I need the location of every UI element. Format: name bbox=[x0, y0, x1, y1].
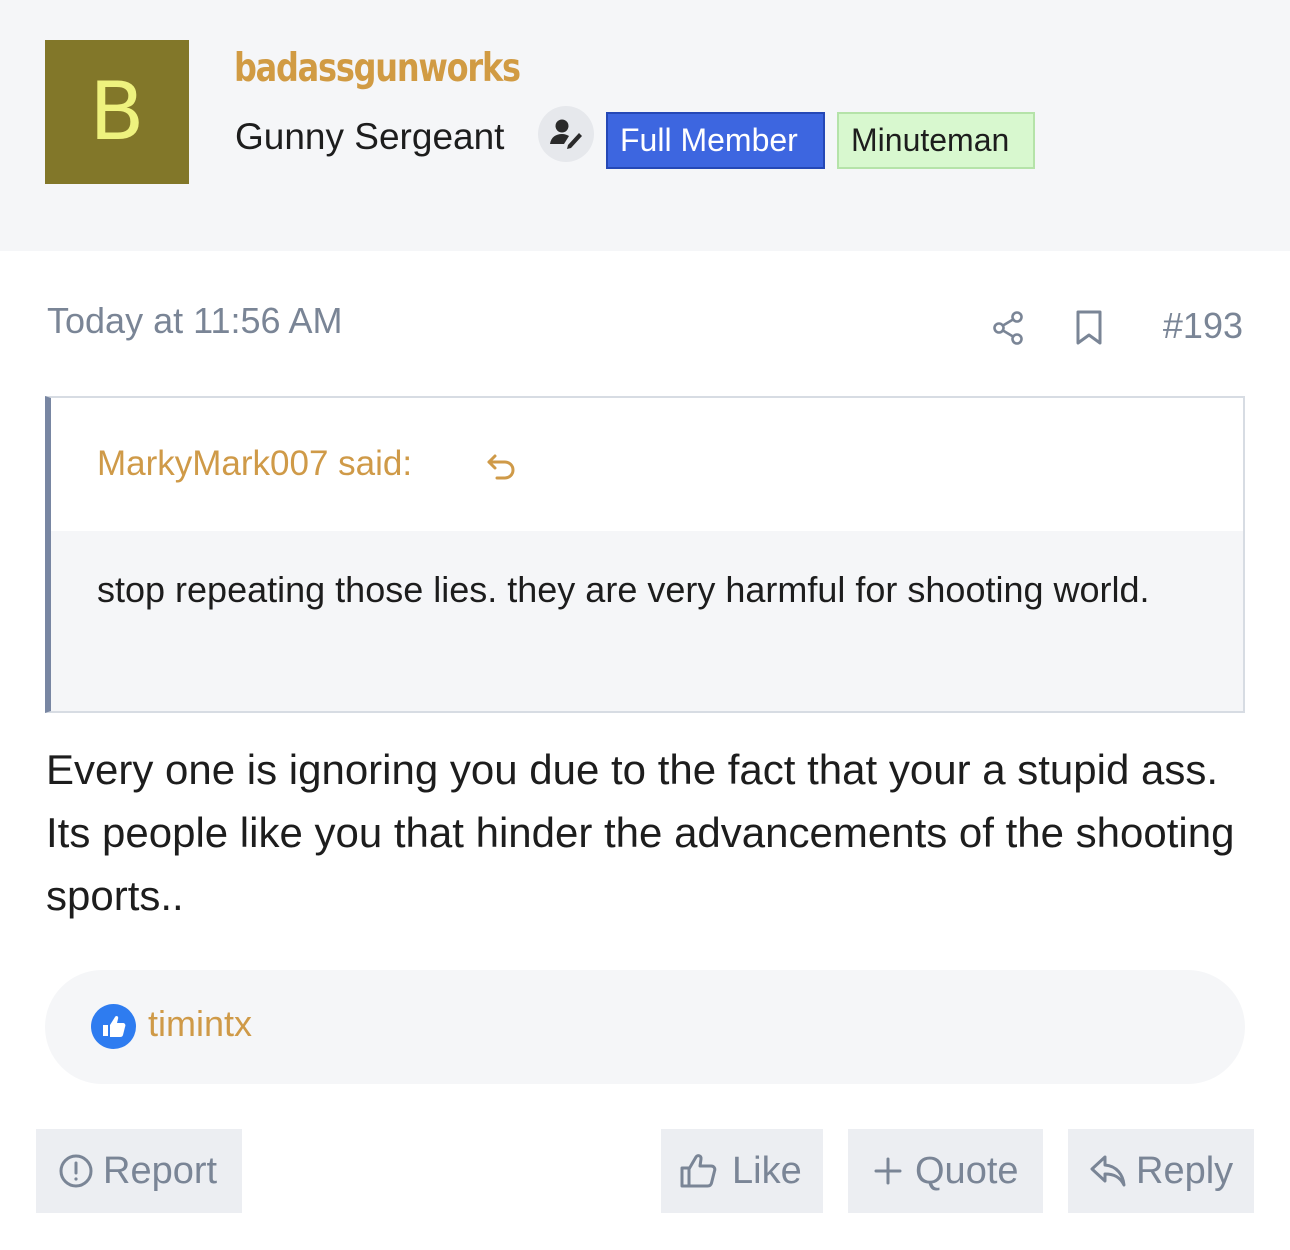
reaction-user-link[interactable]: timintx bbox=[148, 1003, 252, 1045]
quote-text: stop repeating those lies. they are very… bbox=[97, 569, 1150, 610]
avatar[interactable]: B bbox=[45, 40, 189, 184]
quote-header: MarkyMark007 said: bbox=[51, 398, 1243, 531]
alert-circle-icon bbox=[59, 1154, 93, 1188]
username-link[interactable]: badassgunworks bbox=[234, 46, 521, 91]
badge-minuteman: Minuteman bbox=[837, 112, 1035, 169]
share-icon[interactable] bbox=[988, 308, 1028, 353]
quote-label: Quote bbox=[915, 1150, 1019, 1192]
report-button[interactable]: Report bbox=[36, 1129, 242, 1213]
reply-arrow-icon bbox=[1090, 1155, 1126, 1187]
like-label: Like bbox=[732, 1150, 802, 1192]
quote-button[interactable]: Quote bbox=[848, 1129, 1043, 1213]
reply-button[interactable]: Reply bbox=[1068, 1129, 1254, 1213]
thumbs-up-outline-icon bbox=[680, 1154, 717, 1188]
quote-author-link[interactable]: MarkyMark007 said: bbox=[97, 444, 412, 484]
jump-to-quote-icon[interactable] bbox=[485, 450, 521, 489]
badge-full-member: Full Member bbox=[606, 112, 825, 169]
quote-block: MarkyMark007 said: stop repeating those … bbox=[45, 396, 1245, 713]
post-author-header: B badassgunworks Gunny Sergeant Full Mem… bbox=[0, 0, 1290, 251]
post-date[interactable]: Today at 11:56 AM bbox=[47, 300, 343, 342]
reactions-bar: timintx bbox=[45, 970, 1245, 1084]
like-button[interactable]: Like bbox=[661, 1129, 823, 1213]
post-message: Every one is ignoring you due to the fac… bbox=[46, 746, 1235, 919]
user-rank-title: Gunny Sergeant bbox=[235, 116, 505, 157]
report-label: Report bbox=[103, 1150, 218, 1192]
plus-icon bbox=[874, 1157, 902, 1185]
bookmark-icon[interactable] bbox=[1072, 308, 1106, 353]
reply-label: Reply bbox=[1136, 1150, 1234, 1192]
thumbs-up-icon bbox=[91, 1004, 136, 1049]
post-number-link[interactable]: #193 bbox=[1163, 305, 1243, 347]
user-pen-icon bbox=[538, 106, 594, 162]
